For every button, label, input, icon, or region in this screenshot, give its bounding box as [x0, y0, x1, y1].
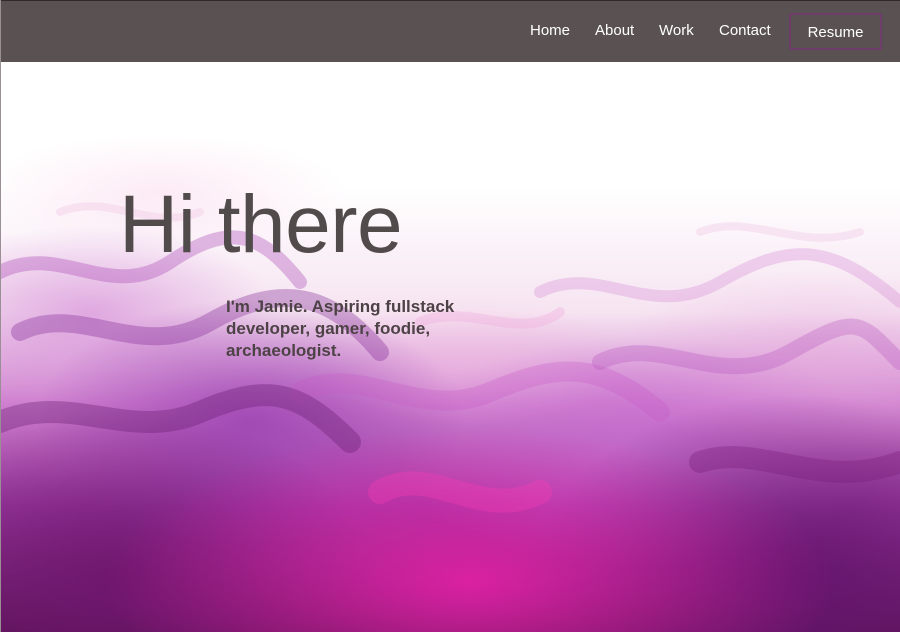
nav-link-contact[interactable]: Contact [719, 22, 771, 40]
nav-link-work[interactable]: Work [659, 22, 694, 40]
hero-subtitle: I'm Jamie. Aspiring fullstack developer,… [226, 297, 455, 360]
resume-button[interactable]: Resume [789, 13, 882, 50]
top-navbar: Home About Work Contact Resume [0, 0, 900, 62]
nav-link-about[interactable]: About [595, 22, 634, 40]
hero-title: Hi there [119, 179, 403, 270]
page: Home About Work Contact Resume Hi there … [0, 0, 900, 632]
nav-link-home[interactable]: Home [530, 22, 570, 40]
